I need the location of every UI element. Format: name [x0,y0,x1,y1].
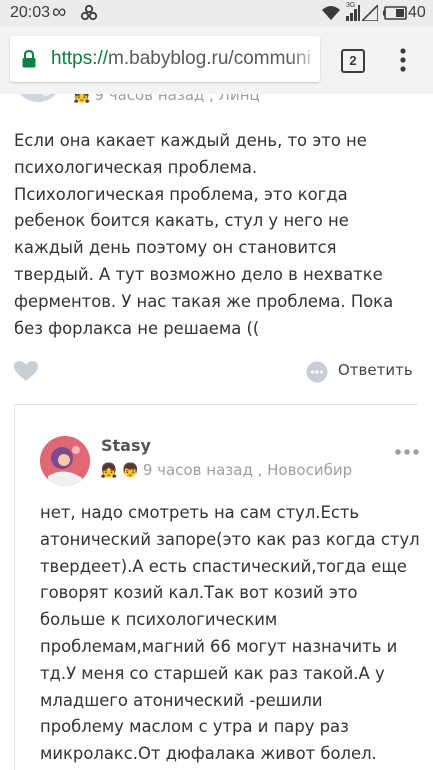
reply-bubble-icon[interactable] [306,361,328,387]
url-scheme: https:// [51,48,109,69]
browser-menu-icon[interactable] [398,48,408,76]
girl-emoji-icon: 👧 [100,463,118,479]
comment-line: твердый. А тут возможно дело в нехватке [14,264,383,284]
infinity-icon: ∞ [52,1,67,23]
comment-line: каждый день поэтому он становится [14,238,337,258]
comment-meta-text: 9 часов назад , Новосибир [142,461,353,479]
comment-line: младшего атонический -решили [40,690,323,710]
tab-switcher-button[interactable]: 2 [341,49,365,73]
girl-emoji-icon: 👧 [73,94,91,104]
url-text: https://m.babyblog.ru/communi [51,48,311,70]
comment-line: Психологическая проблема, это когда [14,184,348,204]
username[interactable]: Stasy [101,436,151,455]
comment-line: ребенок боится какать, стул у него не [14,211,349,231]
comment-line: проблемам,магний 66 могут назначить и [40,636,398,656]
reply-button[interactable]: Ответить [338,361,413,379]
comment-line: атонический запоре(это как раз когда сту… [40,529,420,549]
comment-line: Если она какает каждый день, то это не [14,131,367,150]
status-bar: 20:03 ∞ 3G 40 [0,0,433,26]
comment-line: микролакс.От дюфалака живот болел. [40,744,377,764]
heart-icon[interactable] [14,361,38,386]
avatar[interactable] [40,436,90,486]
comment-line: больше к психологическим [40,610,278,630]
more-options-icon[interactable] [395,441,419,460]
url-host-path: m.babyblog.ru/communi [108,48,311,69]
comment-line: психологическая проблема. [14,157,258,177]
status-time: 20:03 [10,4,51,21]
divider [14,404,418,405]
wifi-icon [321,5,341,26]
browser-toolbar: https://m.babyblog.ru/communi 2 [0,26,433,94]
comment-meta: 👧 👦 9 часов назад , Новосибир [100,461,352,479]
comments-feed: 👧 9 часов назад , Линц Если она какает ка… [0,94,433,770]
comment-line: твердеет).А есть спастический,тогда еще [40,556,407,576]
comment-meta-text: 9 часов назад , Линц [94,94,260,104]
signal-strength-icon [346,5,360,26]
signal-strength-2-icon [360,3,379,26]
comment-line: ферментов. У нас такая же проблема. Пока [14,291,394,311]
comment-line: нет, надо смотреть на сам стул.Есть [40,503,360,522]
fan-icon [80,4,98,27]
comment-body: Если она какает каждый день, то это не п… [14,128,393,342]
url-fade [290,36,320,82]
comment-line: проблему маслом с утра и пару раз [40,717,349,737]
comment-line: тд.У меня со старшей как раз такой.А у [40,663,385,683]
lock-icon [22,49,36,72]
comment-line: говорят козий кал.Так вот козий это [40,583,358,603]
boy-emoji-icon: 👦 [121,463,139,479]
comment-line: без форлакса не решаема (( [14,318,260,338]
battery-icon [383,6,407,25]
thread-line [14,405,15,770]
battery-level: 40 [408,4,426,21]
comment-body: нет, надо смотреть на сам стул.Есть атон… [40,500,420,768]
comment-meta: 👧 9 часов назад , Линц [73,94,260,104]
address-bar[interactable]: https://m.babyblog.ru/communi [10,36,320,82]
avatar[interactable] [14,94,62,102]
